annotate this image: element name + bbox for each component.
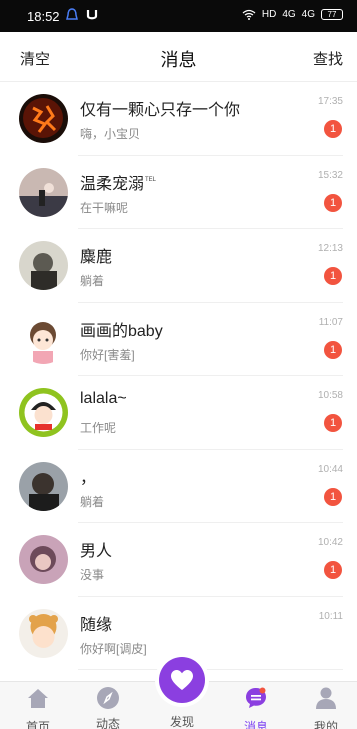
message-time: 10:58 (317, 390, 343, 401)
avatar (19, 461, 68, 511)
conversation-list: 仅有一颗心只存一个你 嗨，小宝贝 17:35 1 温柔宠溺TEL 在干嘛呢 15… (0, 82, 357, 670)
avatar (19, 388, 68, 437)
message-time: 10:11 (318, 610, 343, 622)
message-preview: 工作呢 (80, 421, 117, 435)
page-title: 消息 (160, 50, 197, 70)
status-bar: 18:52 HD 4G 4G 77 (0, 0, 357, 32)
shield-icon (86, 10, 98, 20)
contact-name: ， (80, 469, 97, 487)
message-time: 11:07 (318, 316, 343, 328)
notification-icon (66, 8, 78, 20)
signal-icon-2: 4G (301, 9, 315, 20)
tab-feed[interactable]: 动态 (78, 682, 138, 729)
contact-name: 男人 (80, 543, 113, 560)
chat-icon (246, 687, 266, 708)
tab-label-discover[interactable]: 发现 (160, 713, 204, 729)
conversation-row[interactable]: 麋鹿 躺着 12:13 1 (0, 229, 357, 303)
conversation-row[interactable]: 温柔宠溺TEL 在干嘛呢 15:32 1 (0, 156, 357, 229)
conversation-row[interactable]: 男人 没事 10:42 1 (0, 523, 357, 597)
tab-label: 动态 (95, 717, 120, 729)
divider (78, 669, 343, 670)
avatar (19, 94, 68, 143)
avatar (19, 314, 68, 364)
message-preview: 没事 (80, 568, 105, 582)
tab-label: 首页 (25, 720, 50, 729)
contact-name: lalala~ (80, 390, 127, 407)
user-icon (316, 687, 336, 709)
conversation-row[interactable]: 画画的baby 你好[害羞] 11:07 1 (0, 303, 357, 376)
message-preview: 你好[害羞] (80, 347, 135, 362)
unread-badge: 1 (324, 340, 342, 359)
search-button[interactable]: 查找 (313, 48, 343, 69)
message-time: 12:13 (317, 243, 343, 254)
message-time: 10:44 (317, 463, 343, 475)
message-time: 17:35 (317, 96, 343, 107)
tab-mine[interactable]: 我的 (296, 682, 356, 729)
message-time: 15:32 (317, 169, 343, 181)
home-icon (28, 689, 48, 708)
network-label: HD (261, 9, 277, 20)
tab-messages[interactable]: 消息 (226, 682, 286, 729)
unread-badge: 1 (324, 193, 342, 212)
message-preview: 在干嘛呢 (80, 200, 129, 215)
conversation-row[interactable]: lalala~ 工作呢 10:58 1 (0, 376, 357, 450)
unread-badge: 1 (324, 487, 342, 506)
discover-button[interactable] (159, 657, 205, 703)
battery-icon: 77 (321, 9, 343, 20)
heart-icon (171, 670, 193, 690)
message-time: 10:42 (317, 537, 343, 548)
contact-name: 麋鹿 (80, 249, 113, 266)
signal-icon: 4G (282, 9, 296, 20)
unread-badge: 1 (324, 120, 342, 138)
avatar (19, 535, 68, 584)
unread-badge: 1 (324, 414, 342, 432)
conversation-row[interactable]: 仅有一颗心只存一个你 嗨，小宝贝 17:35 1 (0, 82, 357, 156)
tab-home[interactable]: 首页 (8, 682, 68, 729)
wifi-icon (242, 9, 256, 20)
avatar (19, 167, 68, 217)
tab-label: 消息 (243, 720, 268, 729)
avatar (19, 241, 68, 290)
compass-icon (97, 687, 119, 709)
message-preview: 躺着 (80, 274, 105, 288)
status-time: 18:52 (27, 9, 60, 24)
avatar (19, 608, 68, 658)
contact-name: 温柔宠溺TEL (80, 175, 157, 193)
message-preview: 躺着 (80, 494, 105, 509)
unread-badge: 1 (324, 561, 342, 579)
message-preview: 嗨，小宝贝 (80, 127, 141, 141)
unread-badge: 1 (324, 267, 342, 285)
contact-name: 随缘 (80, 616, 113, 634)
header: 清空 消息 查找 (0, 32, 357, 82)
contact-name: 画画的baby (80, 322, 163, 340)
tab-label: 我的 (313, 720, 338, 729)
conversation-row[interactable]: ， 躺着 10:44 1 (0, 450, 357, 523)
message-preview: 你好啊[调皮] (80, 641, 147, 656)
contact-name: 仅有一颗心只存一个你 (80, 102, 241, 119)
name-superscript: TEL (145, 176, 157, 183)
